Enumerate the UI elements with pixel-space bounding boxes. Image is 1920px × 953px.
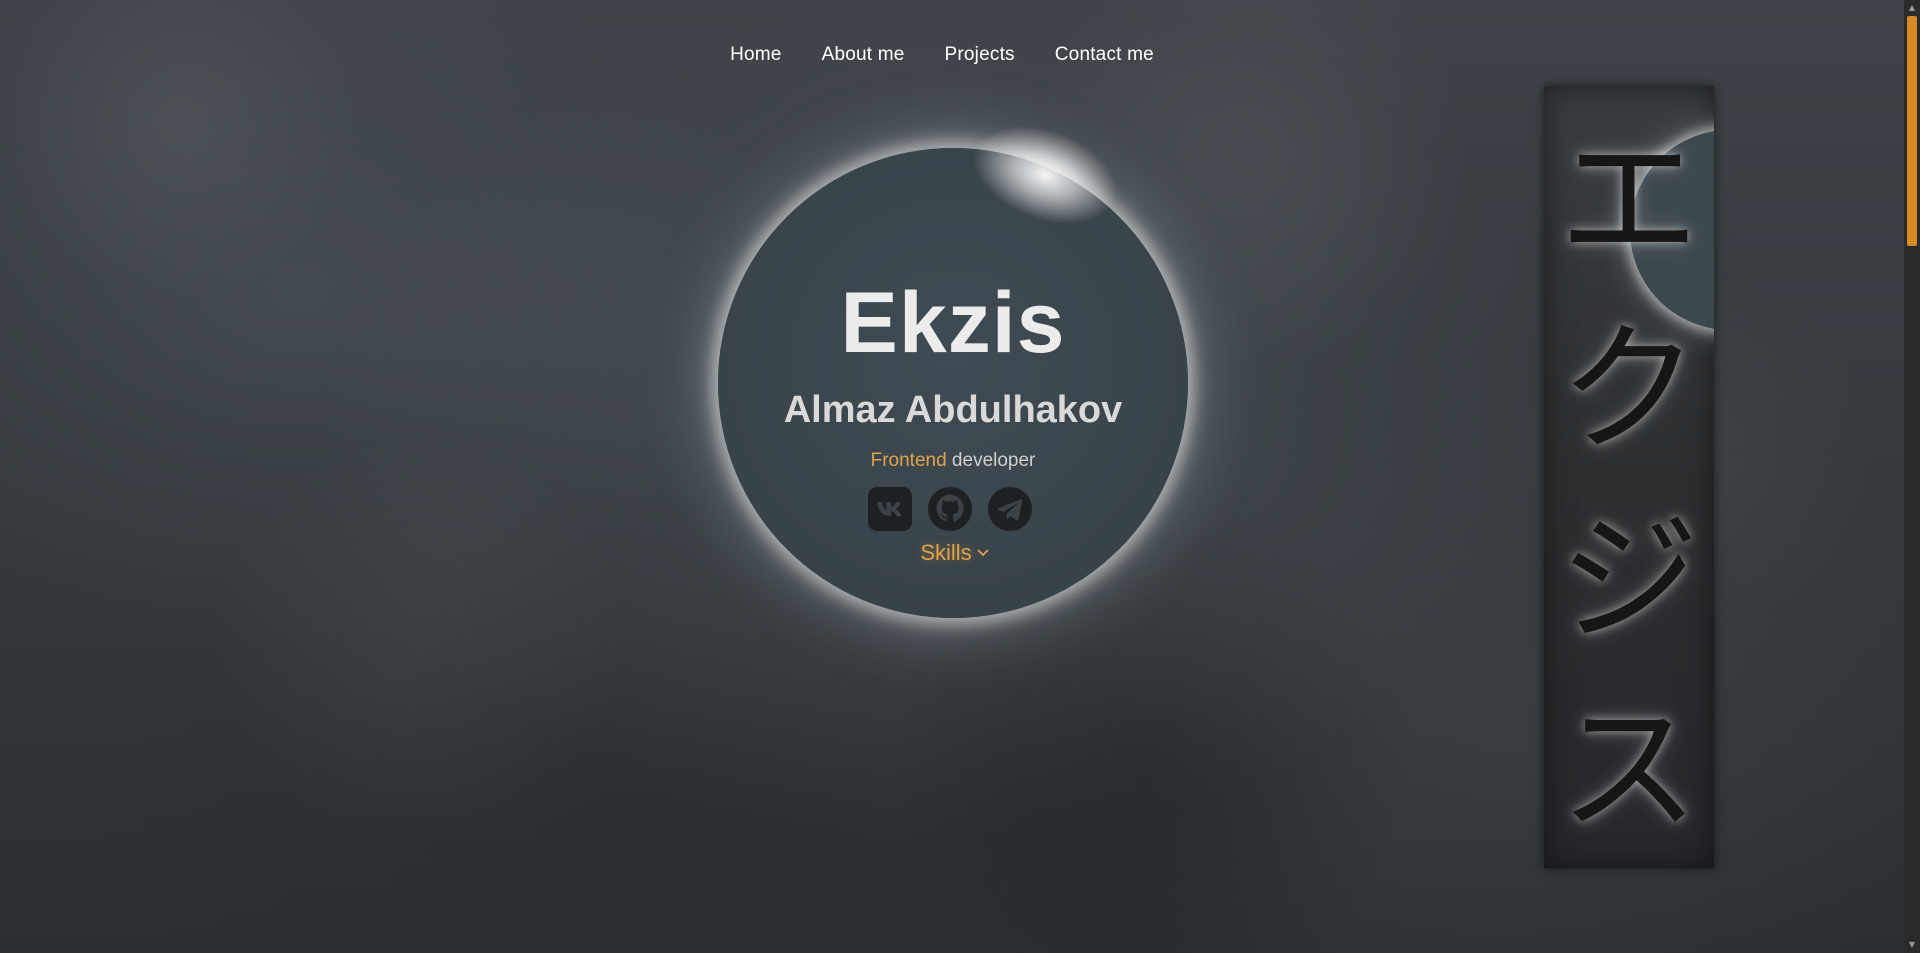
social-links — [712, 486, 1188, 532]
telegram-link[interactable] — [987, 486, 1033, 532]
kanji-char: ジ — [1558, 499, 1699, 662]
nav-about-link[interactable]: About me — [822, 44, 905, 66]
page-scrollbar[interactable]: ▲ ▼ — [1904, 0, 1920, 953]
hero-role: Frontend developer — [718, 450, 1188, 472]
scroll-up-icon[interactable]: ▲ — [1904, 0, 1920, 16]
vk-icon — [868, 487, 912, 531]
telegram-icon — [987, 486, 1033, 532]
scroll-thumb[interactable] — [1907, 16, 1917, 246]
kanji-char: ス — [1558, 689, 1699, 852]
hero-full-name: Almaz Abdulhakov — [783, 389, 1123, 431]
kanji-char: エ — [1558, 119, 1699, 282]
chevron-down-icon — [977, 549, 989, 557]
github-icon — [927, 486, 973, 532]
nav-projects-link[interactable]: Projects — [945, 44, 1015, 66]
hero-title: Ekzis — [840, 275, 1066, 371]
kanji-banner: エ ク ジ ス — [1544, 86, 1714, 868]
nav-home-link[interactable]: Home — [730, 44, 781, 66]
kanji-char: ク — [1558, 309, 1699, 472]
github-link[interactable] — [927, 486, 973, 532]
role-text: developer — [946, 450, 1036, 471]
scroll-down-icon[interactable]: ▼ — [1904, 937, 1920, 953]
skills-toggle[interactable]: Skills — [718, 540, 1188, 566]
skills-label: Skills — [920, 540, 972, 565]
page: Home About me Projects Contact me Ekzis … — [0, 0, 1920, 953]
hero-section: Ekzis Almaz Abdulhakov Frontend develope… — [718, 148, 1188, 618]
role-accent-text: Frontend — [870, 450, 947, 471]
vk-link[interactable] — [867, 486, 913, 532]
nav-contact-link[interactable]: Contact me — [1055, 44, 1154, 66]
main-nav: Home About me Projects Contact me — [0, 44, 1904, 66]
